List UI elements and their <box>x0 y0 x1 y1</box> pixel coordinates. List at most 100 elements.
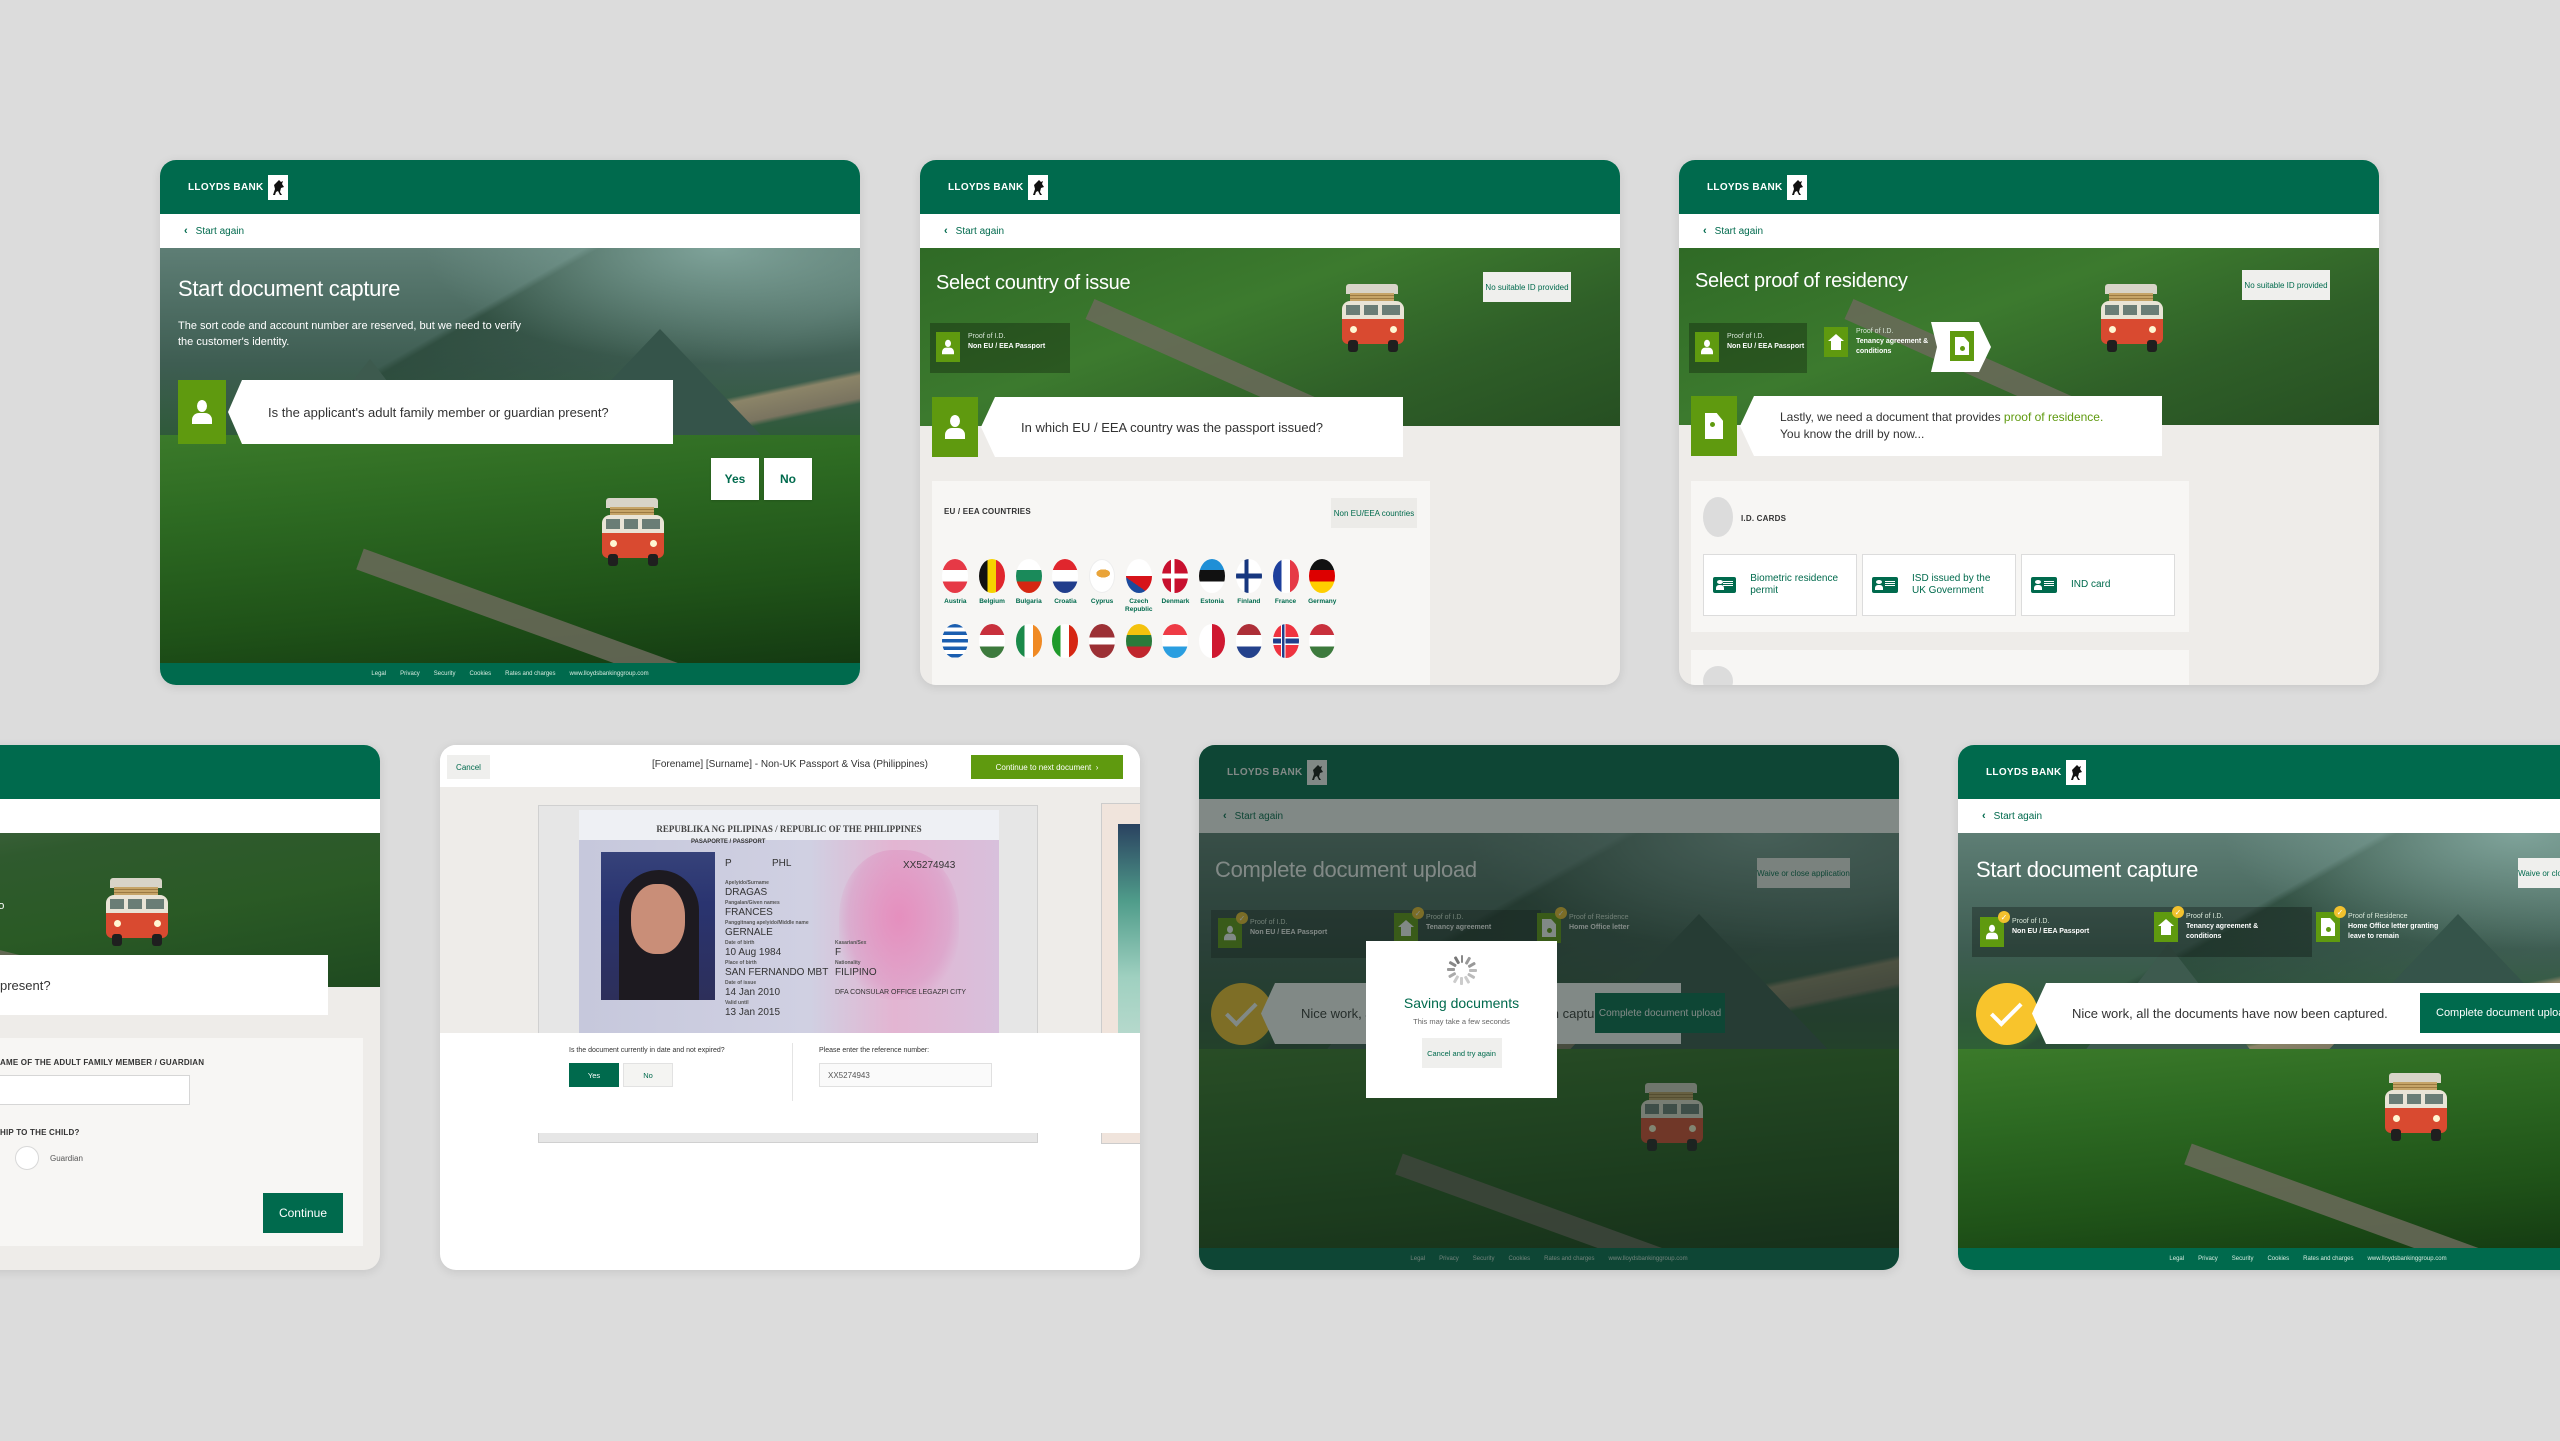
norway-flag-icon <box>1272 624 1299 658</box>
footer-link-cookies[interactable]: Cookies <box>469 671 491 677</box>
saving-modal: Saving documents This may take a few sec… <box>1366 941 1557 1098</box>
id-cards-panel: I.D. CARDS Biometric residence permit IS… <box>1691 481 2189 632</box>
complete-upload-button[interactable]: Complete document upload <box>2420 993 2560 1033</box>
country-option-croatia[interactable]: Croatia <box>1047 559 1084 614</box>
country-option-austria[interactable]: Austria <box>937 559 974 614</box>
id-card-icon <box>1872 577 1898 593</box>
footer: Legal Privacy Security Cookies Rates and… <box>160 663 860 685</box>
germany-flag-icon <box>1309 559 1336 593</box>
campervan-image <box>600 498 670 568</box>
section-label: EU / EEA COUNTRIES <box>944 507 1031 516</box>
start-again-link[interactable]: ‹Start again <box>1703 225 1763 237</box>
option-isd-uk-government[interactable]: ISD issued by the UK Government <box>1862 554 2016 616</box>
country-option-netherlands[interactable] <box>1231 624 1268 663</box>
bank-logo[interactable]: LLOYDS BANK <box>948 175 1048 200</box>
campervan-image <box>104 878 174 948</box>
country-option-germany[interactable]: Germany <box>1304 559 1341 614</box>
start-again-link[interactable]: ‹Start again <box>184 225 244 237</box>
option-ind-card[interactable]: IND card <box>2021 554 2175 616</box>
country-name: Denmark <box>1161 598 1190 605</box>
check-badge-icon: ✓ <box>1998 911 2010 923</box>
person-icon-tile <box>178 380 226 444</box>
document-icon-tile <box>1691 396 1737 456</box>
country-option-finland[interactable]: Finland <box>1231 559 1268 614</box>
country-option-luxembourg[interactable] <box>1157 624 1194 663</box>
campervan-image <box>2383 1073 2453 1143</box>
footer-link-rates[interactable]: Rates and charges <box>505 671 555 677</box>
country-name: Belgium <box>979 598 1005 605</box>
screen-capture-complete: LLOYDS BANK ‹ Start again Start document … <box>1958 745 2560 1270</box>
footer-link-privacy[interactable]: Privacy <box>400 671 420 677</box>
no-button[interactable]: No <box>764 458 812 500</box>
country-option-estonia[interactable]: Estonia <box>1194 559 1231 614</box>
header-bar <box>0 745 380 799</box>
footer-link-security[interactable]: Security <box>434 671 456 677</box>
country-option-hungary[interactable] <box>974 624 1011 663</box>
header-bar: LLOYDS BANK <box>1679 160 2379 214</box>
country-option-bulgaria[interactable]: Bulgaria <box>1010 559 1047 614</box>
country-option-denmark[interactable]: Denmark <box>1157 559 1194 614</box>
country-option-norway[interactable] <box>1267 624 1304 663</box>
guardian-form: AME OF THE ADULT FAMILY MEMBER / GUARDIA… <box>0 1038 363 1246</box>
guardian-name-input[interactable] <box>0 1075 190 1105</box>
chevron-left-icon: ‹ <box>944 225 948 237</box>
non-eu-countries-button[interactable]: Non EU/EEA countries <box>1331 498 1417 528</box>
black-horse-icon <box>1027 175 1048 200</box>
country-option-ireland[interactable] <box>1010 624 1047 663</box>
loading-spinner-icon <box>1446 955 1477 985</box>
page-title: Start document capture <box>1976 857 2199 882</box>
continue-button[interactable]: Continue <box>263 1193 343 1233</box>
chevron-left-icon: ‹ <box>1703 225 1707 237</box>
bank-logo[interactable]: LLOYDS BANK <box>1707 175 1807 200</box>
header-bar: LLOYDS BANK <box>1958 745 2560 799</box>
page-title: Select proof of residency <box>1695 270 1908 292</box>
country-option-italy[interactable] <box>1047 624 1084 663</box>
person-icon <box>936 332 960 362</box>
expiry-no-button[interactable]: No <box>623 1063 673 1087</box>
country-option-belgium[interactable]: Belgium <box>974 559 1011 614</box>
proof-chip-id: ✓ Proof of I.D.Non EU / EEA Passport <box>1980 911 2089 947</box>
campervan-image <box>2099 284 2169 354</box>
bank-logo[interactable]: LLOYDS BANK <box>188 175 288 200</box>
lithuania-flag-icon <box>1125 624 1152 658</box>
check-badge-icon: ✓ <box>2334 906 2346 918</box>
screen-select-country: LLOYDS BANK ‹ Start again Select country … <box>920 160 1620 685</box>
modal-subtitle: This may take a few seconds <box>1413 1017 1510 1026</box>
country-name: Finland <box>1237 598 1261 605</box>
country-option-latvia[interactable] <box>1084 624 1121 663</box>
country-name: Croatia <box>1054 598 1077 605</box>
croatia-flag-icon <box>1052 559 1079 593</box>
passport-photo <box>601 852 715 1000</box>
yes-button[interactable]: Yes <box>711 458 759 500</box>
country-option-france[interactable]: France <box>1267 559 1304 614</box>
continue-next-document-button[interactable]: Continue to next document › <box>971 755 1123 779</box>
country-name: Austria <box>944 598 967 605</box>
country-option-lithuania[interactable] <box>1120 624 1157 663</box>
screen-document-viewer: Cancel [Forename] [Surname] - Non-UK Pas… <box>440 745 1140 1270</box>
waive-close-button[interactable]: Waive or close application <box>2518 858 2560 888</box>
person-icon <box>945 415 965 439</box>
divider <box>792 1043 793 1101</box>
option-biometric-permit[interactable]: Biometric residence permit <box>1703 554 1857 616</box>
screen-guardian-details: d to present? AME OF THE ADULT FAMILY ME… <box>0 745 380 1270</box>
start-again-link[interactable]: ‹Start again <box>1982 810 2042 822</box>
reference-number-input[interactable] <box>819 1063 992 1087</box>
footer-link-group[interactable]: www.lloydsbankinggroup.com <box>570 671 649 677</box>
country-option-malta[interactable] <box>1194 624 1231 663</box>
country-option-greece[interactable] <box>937 624 974 663</box>
footer-link-legal[interactable]: Legal <box>371 671 386 677</box>
cancel-try-again-button[interactable]: Cancel and try again <box>1421 1038 1502 1068</box>
country-option-cyprus[interactable]: Cyprus <box>1084 559 1121 614</box>
country-option-czech[interactable]: Czech Republic <box>1120 559 1157 614</box>
chevron-left-icon: ‹ <box>184 225 188 237</box>
bank-logo[interactable]: LLOYDS BANK <box>1986 760 2086 785</box>
start-again-link[interactable]: ‹Start again <box>944 225 1004 237</box>
country-option-hungary[interactable] <box>1304 624 1341 663</box>
expiry-yes-button[interactable]: Yes <box>569 1063 619 1087</box>
no-suitable-id-button[interactable]: No suitable ID provided <box>2242 270 2330 300</box>
house-icon <box>1824 327 1848 357</box>
no-suitable-id-button[interactable]: No suitable ID provided <box>1483 272 1571 302</box>
austria-flag-icon <box>942 559 969 593</box>
guardian-radio[interactable] <box>15 1146 39 1170</box>
hungary-flag-icon <box>979 624 1006 658</box>
